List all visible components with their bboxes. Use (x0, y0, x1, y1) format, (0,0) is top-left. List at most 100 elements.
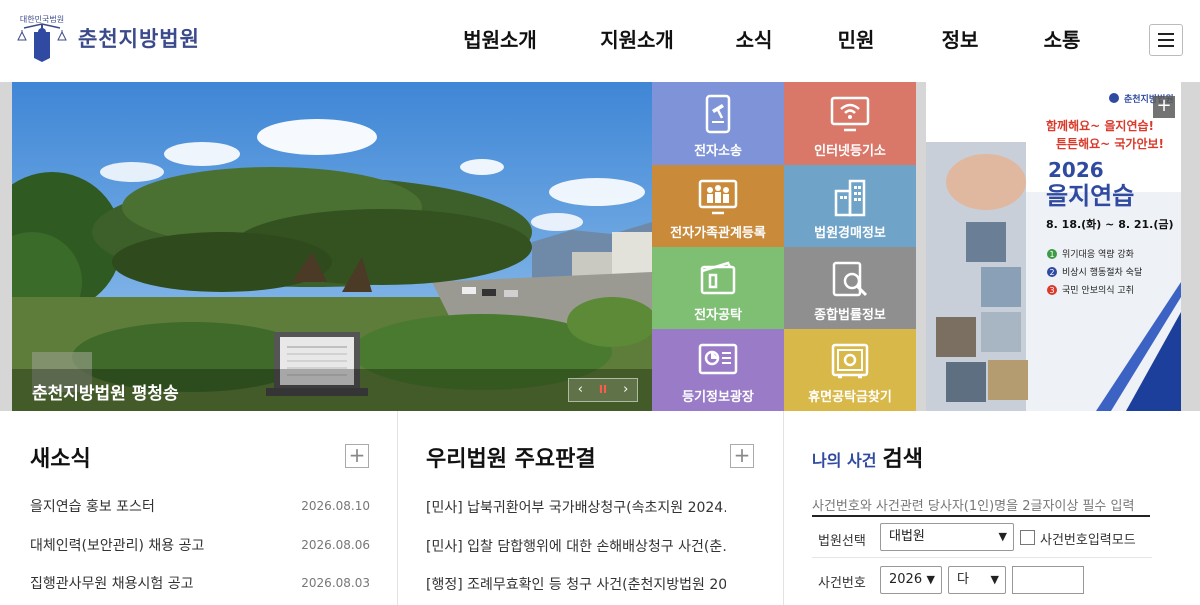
court-select-value: 대법원 (889, 529, 925, 544)
chevron-down-icon: ▼ (990, 573, 999, 586)
case-type-value: 다 (957, 572, 969, 587)
case-type-select[interactable]: 다 ▼ (948, 566, 1006, 594)
tile-label: 등기정보광장 (682, 390, 754, 405)
tile-auction-info[interactable]: 법원경매정보 (784, 165, 916, 247)
court-select-row: 법원선택 대법원 ▼ 사건번호입력모드 (812, 518, 1152, 558)
logo-text: 춘천지방법원 (78, 27, 200, 51)
nav-branch-intro[interactable]: 지원소개 (570, 22, 704, 58)
family-monitor-icon (698, 177, 738, 217)
svg-text:비상시 행동절차 숙달: 비상시 행동절차 숙달 (1062, 266, 1142, 278)
hero-section: 춘천지방법원 평청송 ‹ II › 전자소송 인터넷등기소 전자가족관계등록 법… (0, 82, 1200, 411)
svg-text:함께해요~ 을지연습!: 함께해요~ 을지연습! (1046, 118, 1154, 133)
news-item[interactable]: 을지연습 홍보 포스터 2026.08.10 (30, 495, 370, 517)
tile-label: 전자소송 (694, 144, 742, 159)
tile-registry-data[interactable]: 등기정보광장 (652, 329, 784, 411)
chevron-down-icon: ▼ (998, 530, 1007, 543)
news-item-date: 2026.08.10 (301, 499, 370, 513)
hero-photo-pine-tree: 춘천지방법원 평청송 ‹ II › (12, 82, 652, 411)
rulings-title: 우리법원 주요판결 (426, 447, 596, 472)
news-item-title: 대체인력(보안관리) 채용 공고 (30, 538, 205, 554)
case-serial-input[interactable] (1012, 566, 1084, 594)
tile-e-deposit[interactable]: 전자공탁 (652, 247, 784, 329)
ruling-item[interactable]: [민사] 납북귀환어부 국가배상청구(속초지원 2024… (426, 497, 726, 517)
slider-prev-button[interactable]: ‹ (569, 379, 592, 401)
svg-text:국민 안보의식 고취: 국민 안보의식 고취 (1062, 285, 1134, 296)
case-search-input[interactable]: 사건번호와 사건관련 당사자(1인)명을 2글자이상 필수 입력 (812, 495, 1150, 514)
court-emblem-icon: 대한민국법원 (12, 10, 72, 66)
tile-label: 휴면공탁금찾기 (808, 390, 892, 405)
svg-text:2: 2 (1049, 268, 1054, 277)
slider-controls: ‹ II › (568, 378, 638, 402)
svg-text:3: 3 (1049, 286, 1054, 295)
case-number-row: 사건번호 2026 ▼ 다 ▼ (812, 560, 1152, 600)
gavel-tablet-icon (698, 94, 738, 134)
ulji-exercise-poster[interactable]: 춘천지방법원 함께해요~ 을지연습! 튼튼해요~ 국가안보! 2026 을지연습… (926, 82, 1181, 411)
tile-label: 종합법률정보 (814, 308, 886, 323)
search-input-underline (812, 515, 1150, 517)
building-icon (830, 177, 870, 217)
news-more-button[interactable]: + (345, 444, 369, 468)
svg-text:8. 18.(화) ~ 8. 21.(금): 8. 18.(화) ~ 8. 21.(금) (1046, 217, 1174, 231)
slider-pause-button[interactable]: II (592, 379, 615, 401)
tile-label: 인터넷등기소 (814, 144, 886, 159)
hero-caption-bar: 춘천지방법원 평청송 ‹ II › (12, 369, 652, 411)
tile-internet-registry[interactable]: 인터넷등기소 (784, 82, 916, 165)
wifi-monitor-icon (830, 94, 870, 134)
court-select[interactable]: 대법원 ▼ (880, 523, 1014, 551)
case-number-label: 사건번호 (818, 576, 866, 591)
menu-line (1158, 45, 1174, 47)
news-item[interactable]: 대체인력(보안관리) 채용 공고 2026.08.06 (30, 534, 370, 556)
hamburger-menu-button[interactable] (1149, 24, 1183, 56)
nav-information[interactable]: 정보 (908, 22, 1012, 58)
site-logo[interactable]: 대한민국법원 춘천지방법원 (12, 10, 200, 66)
tile-label: 전자가족관계등록 (670, 226, 766, 241)
news-title: 새소식 (30, 447, 91, 472)
news-item-title: 을지연습 홍보 포스터 (30, 499, 155, 515)
ruling-item[interactable]: [민사] 입찰 담합행위에 대한 손해배상청구 사건(춘… (426, 536, 726, 556)
tile-legal-info[interactable]: 종합법률정보 (784, 247, 916, 329)
chevron-down-icon: ▼ (926, 573, 935, 586)
main-navigation: 법원소개 지원소개 소식 민원 정보 소통 (430, 22, 1112, 58)
case-number-mode-checkbox[interactable] (1020, 530, 1035, 545)
menu-line (1158, 33, 1174, 35)
tile-label: 법원경매정보 (814, 226, 886, 241)
svg-text:1: 1 (1049, 250, 1054, 259)
svg-text:위기대응 역량 강화: 위기대응 역량 강화 (1062, 248, 1134, 260)
poster-expand-button[interactable]: + (1153, 96, 1175, 118)
case-number-mode-label: 사건번호입력모드 (1040, 533, 1136, 548)
rulings-more-button[interactable]: + (730, 444, 754, 468)
site-header: 대한민국법원 춘천지방법원 법원소개 지원소개 소식 민원 정보 소통 (0, 0, 1200, 82)
nav-court-intro[interactable]: 법원소개 (430, 22, 570, 58)
slider-next-button[interactable]: › (614, 379, 637, 401)
news-item-date: 2026.08.03 (301, 576, 370, 590)
nav-news[interactable]: 소식 (704, 22, 804, 58)
case-year-value: 2026 (889, 572, 923, 587)
ruling-item[interactable]: [행정] 조례무효확인 등 청구 사건(춘천지방법원 20… (426, 574, 726, 594)
svg-text:대한민국법원: 대한민국법원 (20, 14, 64, 24)
svg-text:2026: 2026 (1048, 158, 1104, 182)
rulings-section: 우리법원 주요판결 + [민사] 납북귀환어부 국가배상청구(속초지원 2024… (398, 411, 783, 605)
news-item-title: 집행관사무원 채용시험 공고 (30, 576, 194, 592)
svg-text:튼튼해요~ 국가안보!: 튼튼해요~ 국가안보! (1056, 136, 1164, 151)
news-item[interactable]: 집행관사무원 채용시험 공고 2026.08.03 (30, 572, 370, 594)
tile-dormant-deposit[interactable]: 휴면공탁금찾기 (784, 329, 916, 411)
case-search-title-main: 검색 (882, 447, 923, 472)
nav-communication[interactable]: 소통 (1012, 22, 1112, 58)
wallet-icon (698, 259, 738, 299)
hero-caption: 춘천지방법원 평청송 (32, 384, 179, 404)
svg-text:을지연습: 을지연습 (1046, 182, 1134, 210)
tile-e-litigation[interactable]: 전자소송 (652, 82, 784, 165)
nav-civil-service[interactable]: 민원 (804, 22, 908, 58)
court-select-label: 법원선택 (818, 534, 866, 549)
news-section: 새소식 + 을지연습 홍보 포스터 2026.08.10 대체인력(보안관리) … (0, 411, 397, 605)
quick-service-tiles: 전자소송 인터넷등기소 전자가족관계등록 법원경매정보 전자공탁 종합법률정보 … (652, 82, 916, 411)
case-search-title-small: 나의 사건 (812, 451, 877, 470)
case-year-select[interactable]: 2026 ▼ (880, 566, 942, 594)
tile-family-registration[interactable]: 전자가족관계등록 (652, 165, 784, 247)
case-search-title: 나의 사건 검색 (812, 441, 923, 473)
news-item-date: 2026.08.06 (301, 538, 370, 552)
safe-icon (830, 341, 870, 381)
chart-monitor-icon (698, 341, 738, 381)
book-search-icon (830, 259, 870, 299)
tile-label: 전자공탁 (694, 308, 742, 323)
